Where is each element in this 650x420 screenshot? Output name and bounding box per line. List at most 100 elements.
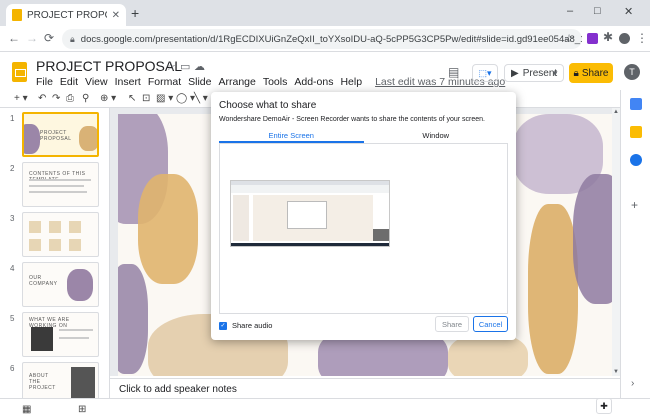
grid-cell [69,221,81,233]
dialog-footer: ✓ Share audio Share Cancel [219,316,508,336]
line-icon[interactable]: ╲ ▾ [194,93,208,104]
scroll-up-icon[interactable]: ▲ [613,109,619,115]
preview-taskbar [231,243,389,246]
dialog-cancel-button[interactable]: Cancel [473,316,508,332]
slide-thumbnail[interactable]: WHAT WE ARE WORKING ON [22,312,99,357]
chevron-down-icon[interactable]: ▼ [551,69,559,78]
cloud-status-icon: ☁ [194,61,205,73]
paint-format-icon[interactable]: ⚲ [82,93,89,104]
redo-icon[interactable]: ↷ [52,93,60,104]
select-icon[interactable]: ↖ [128,93,136,104]
maximize-button[interactable]: □ [594,5,601,17]
menu-view[interactable]: View [85,76,108,88]
preview-toolbar [231,185,389,193]
slide-thumb-title: PROJECT PROPOSAL [40,130,72,142]
extension-icon[interactable] [587,33,598,44]
paint-stroke [24,124,40,154]
canvas-scrollbar[interactable]: ▲ ▼ [612,108,620,376]
grid-view-icon[interactable]: ⊞ [78,404,86,415]
print-icon[interactable]: ⎙ [66,93,74,104]
menu-edit[interactable]: Edit [60,76,78,88]
new-tab-button[interactable]: + [131,6,139,20]
menu-format[interactable]: Format [148,76,181,88]
menu-addons[interactable]: Add-ons [294,76,333,88]
menu-help[interactable]: Help [340,76,362,88]
text-line [29,191,87,193]
zoom-icon[interactable]: ⊕ ▾ [100,93,116,104]
preview-dialog [287,201,327,229]
paint-stroke [138,174,198,284]
present-button[interactable]: ▶ Present ▼ [504,64,564,82]
speaker-notes[interactable]: Click to add speaker notes [110,378,620,398]
share-audio-checkbox[interactable]: ✓ [219,322,227,330]
dialog-title: Choose what to share [219,100,317,111]
paint-stroke [573,174,616,304]
new-slide-icon[interactable]: + ▾ [14,93,28,104]
comments-icon[interactable]: ▤ [448,65,459,79]
move-folder-icon[interactable]: ▭ [180,60,190,73]
screen-preview-thumbnail[interactable] [230,180,390,247]
slide-thumbnail[interactable]: CONTENTS OF THIS TEMPLATE [22,162,99,207]
add-addon-icon[interactable]: + [631,198,638,212]
tab-entire-screen[interactable]: Entire Screen [219,130,364,143]
bottom-bar: ▦ ⊞ [0,398,650,420]
browser-menu-icon[interactable]: ⋮ [636,31,648,45]
menu-file[interactable]: File [36,76,53,88]
image-icon[interactable]: ▨ ▾ [156,93,173,104]
address-bar[interactable]: 🔒︎ docs.google.com/presentation/d/1RgECD… [62,29,582,49]
avatar[interactable]: T [624,64,640,80]
slide-filmstrip: 1 PROJECT PROPOSAL 2 CONTENTS OF THIS TE… [0,108,110,398]
present-to-meeting-button[interactable]: ⬚▾ [472,64,498,82]
slide-thumbnail[interactable]: OUR COMPANY [22,262,99,307]
filmstrip-view-icon[interactable]: ▦ [22,404,31,415]
grid-cell [69,239,81,251]
calendar-icon[interactable] [630,98,642,110]
close-window-button[interactable]: ✕ [624,5,633,18]
slide-number: 4 [10,264,15,273]
screen-share-dialog: Choose what to share Wondershare DemoAir… [211,92,516,340]
minimize-button[interactable]: – [567,5,573,17]
dialog-message: Wondershare DemoAir - Screen Recorder wa… [219,116,485,123]
slide-thumb-title: ABOUT THE PROJECT [29,373,56,391]
slides-logo-icon[interactable] [12,62,27,82]
slide-thumbnail[interactable]: PROJECT PROPOSAL [22,112,99,157]
text-line [29,185,84,187]
scroll-down-icon[interactable]: ▼ [613,369,619,375]
undo-icon[interactable]: ↶ [38,93,46,104]
tab-window[interactable]: Window [364,130,509,143]
tasks-icon[interactable] [630,154,642,166]
close-tab-icon[interactable]: ✕ [112,10,120,21]
menu-slide[interactable]: Slide [188,76,211,88]
collapse-panel-icon[interactable]: › [631,378,634,389]
share-button[interactable]: 🔒︎ Share [569,63,613,83]
profile-icon[interactable] [619,33,630,44]
text-line [29,179,91,181]
textbox-icon[interactable]: ⊡ [142,93,150,104]
dialog-share-button[interactable]: Share [435,316,469,332]
forward-icon[interactable]: → [26,31,38,45]
slide-thumbnail[interactable] [22,212,99,257]
reload-icon[interactable]: ⟳ [44,31,54,45]
screen-preview-area [219,144,508,314]
preview-filmstrip [233,195,249,241]
paint-stroke [67,269,93,301]
menu-tools[interactable]: Tools [263,76,288,88]
browser-tab[interactable]: PROJECT PROPOSAL - Google Sl ✕ [6,4,126,26]
explore-icon[interactable]: ✚ [596,398,612,414]
lock-icon: 🔒︎ [573,67,579,79]
keep-icon[interactable] [630,126,642,138]
url-text: docs.google.com/presentation/d/1RgECDIXU… [80,33,582,45]
document-title[interactable]: PROJECT PROPOSAL [36,58,182,74]
extensions-puzzle-icon[interactable]: ✱ [603,30,613,44]
star-icon[interactable]: ☆ [166,60,176,73]
slide-thumbnail[interactable]: ABOUT THE PROJECT [22,362,99,398]
menu-arrange[interactable]: Arrange [218,76,255,88]
paint-stroke [448,334,528,376]
bookmark-star-icon[interactable]: ☆ [564,32,574,45]
text-line [59,329,93,331]
text-line [59,337,89,339]
menu-insert[interactable]: Insert [115,76,141,88]
back-icon[interactable]: ← [8,31,20,45]
menu-bar: File Edit View Insert Format Slide Arran… [36,76,505,88]
shape-icon[interactable]: ◯ ▾ [176,93,195,104]
